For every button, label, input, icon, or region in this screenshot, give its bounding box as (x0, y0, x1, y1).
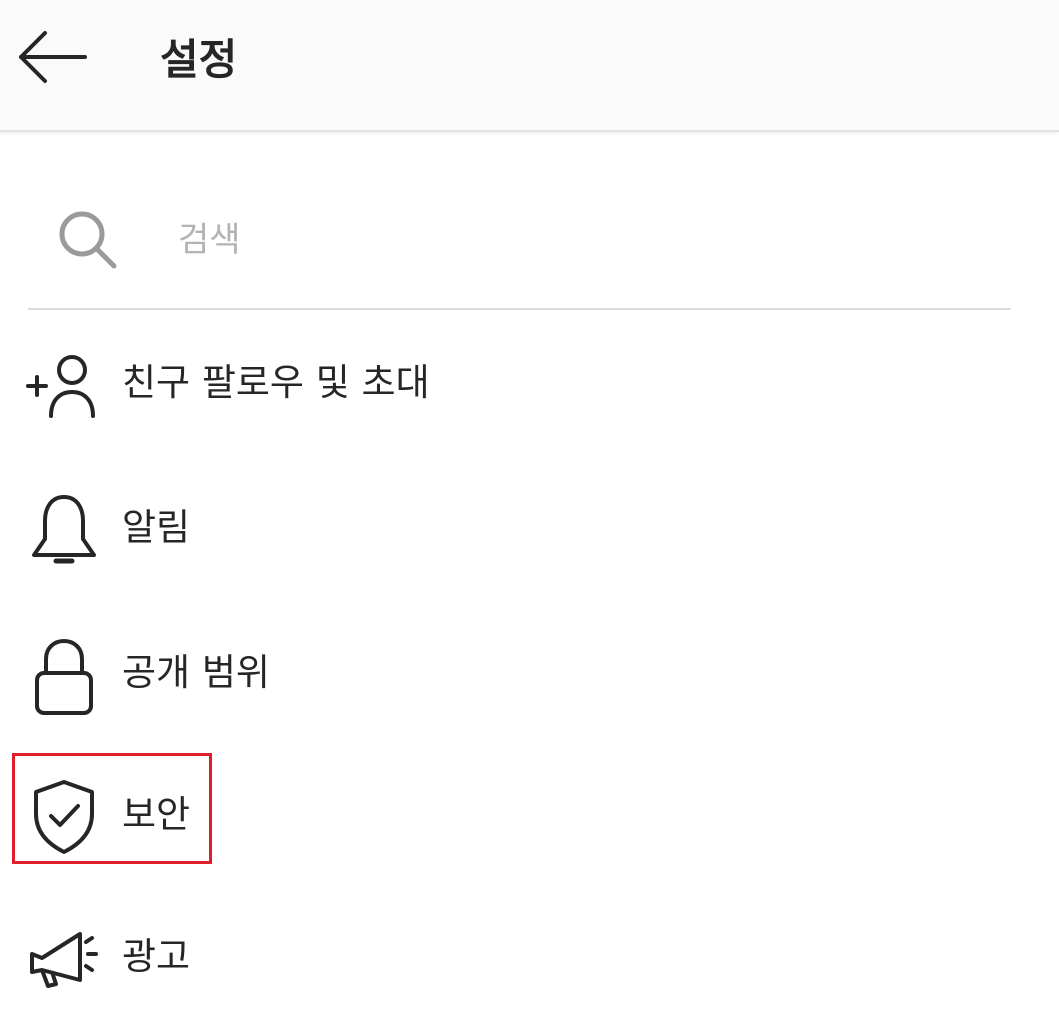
search-input[interactable] (178, 210, 958, 270)
menu-item-security[interactable]: 보안 (0, 760, 1059, 870)
menu-item-ads[interactable]: 광고 (0, 902, 1059, 1012)
menu-item-label: 알림 (122, 506, 191, 549)
shield-check-icon (24, 778, 104, 854)
search-bar (28, 190, 1011, 310)
bell-icon (24, 491, 104, 567)
menu-item-privacy[interactable]: 공개 범위 (0, 618, 1059, 728)
add-person-icon (24, 346, 104, 422)
lock-icon (24, 636, 104, 715)
search-icon (59, 211, 117, 269)
menu-item-label: 친구 팔로우 및 초대 (122, 361, 430, 404)
page-title: 설정 (160, 35, 238, 84)
arrow-left-icon (19, 31, 87, 83)
menu-item-label: 보안 (122, 793, 191, 836)
menu-item-notifications[interactable]: 알림 (0, 473, 1059, 583)
menu-item-follow-invite-friends[interactable]: 친구 팔로우 및 초대 (0, 328, 1059, 438)
back-button[interactable] (10, 22, 94, 92)
header-bar: 설정 (0, 0, 1059, 132)
menu-item-label: 공개 범위 (122, 651, 270, 694)
megaphone-icon (24, 920, 104, 996)
menu-item-label: 광고 (122, 935, 191, 978)
